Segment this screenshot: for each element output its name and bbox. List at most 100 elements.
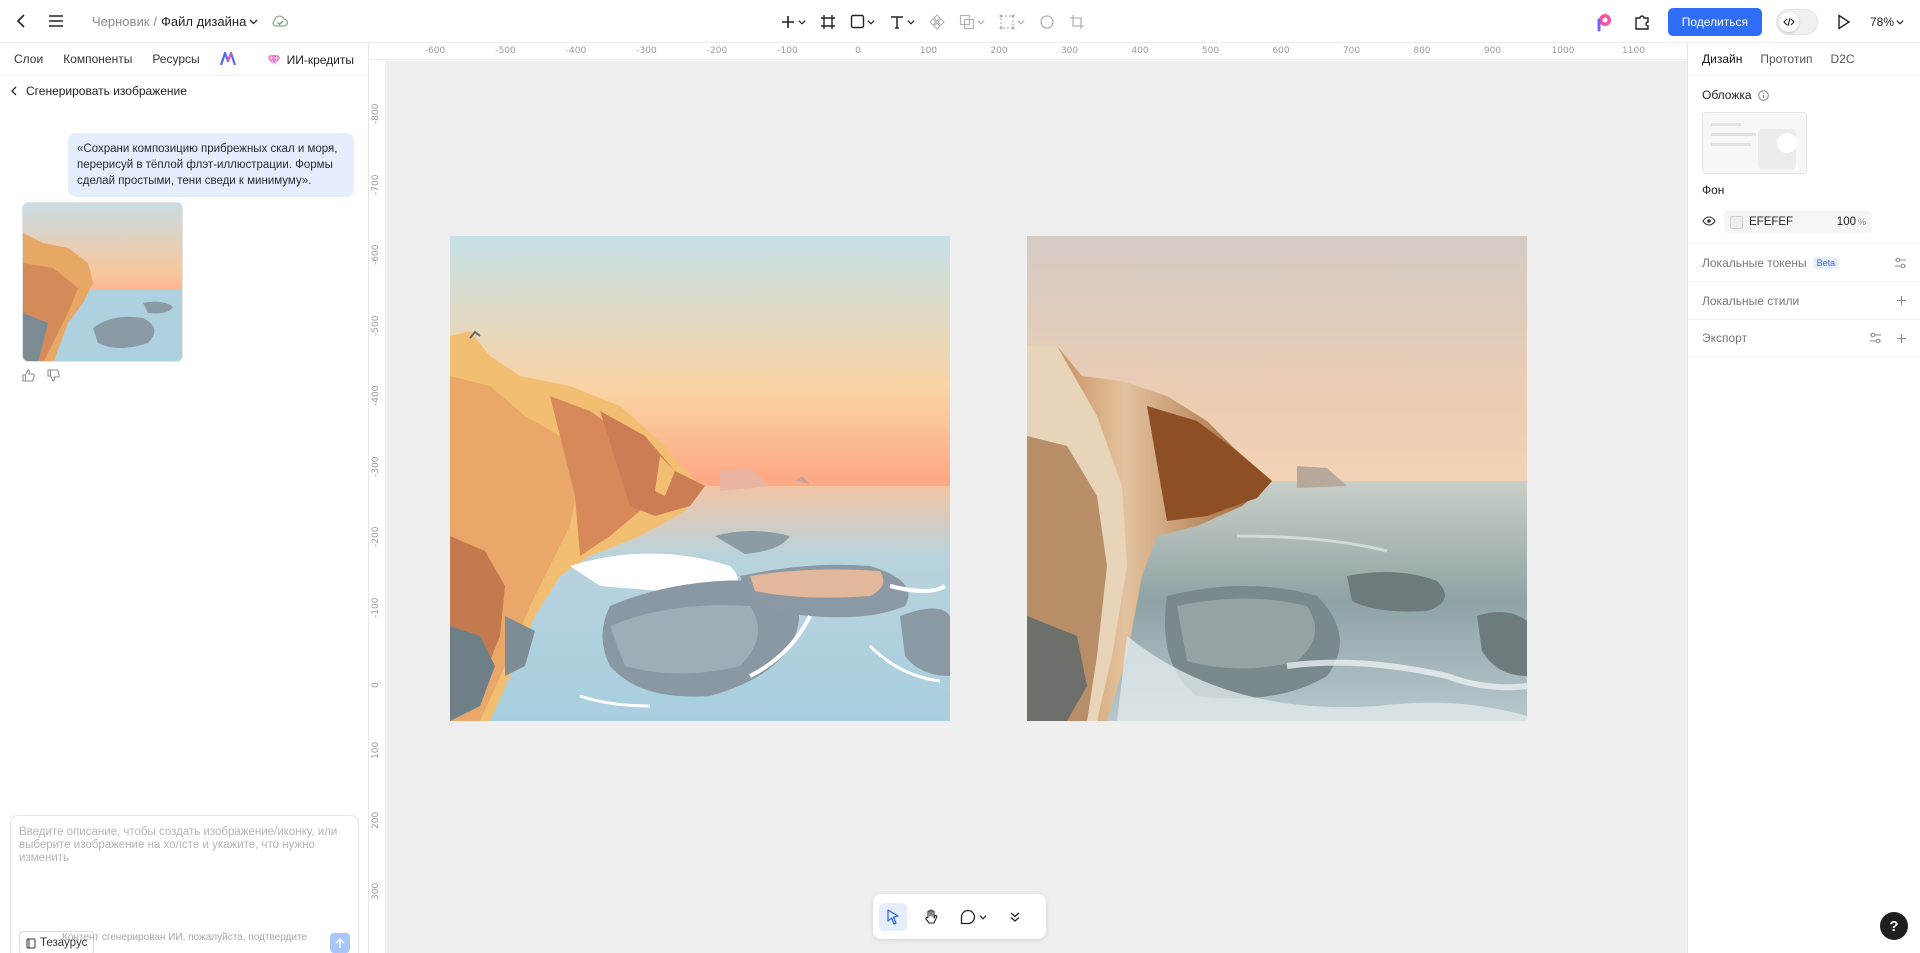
ruler-tick-label: -200 [706,46,728,56]
ruler-tick-label: 0 [855,46,861,56]
tab-components[interactable]: Компоненты [63,52,132,66]
thumbs-up-icon[interactable] [22,369,35,385]
hand-tool[interactable] [917,903,945,931]
breadcrumb-separator: / [153,13,158,29]
local-styles-section[interactable]: Локальные стили [1688,281,1920,319]
plugin-logo-icon[interactable] [1592,10,1616,34]
crop-tool[interactable] [1069,14,1085,30]
cover-thumbnail[interactable] [1702,112,1807,174]
add-tool[interactable] [780,14,806,30]
breadcrumb-draft[interactable]: Черновик [92,14,149,29]
generate-image-back[interactable]: Сгенерировать изображение [0,76,368,106]
tab-ai-logo[interactable] [219,52,236,66]
ruler-tick-label: -500 [495,46,516,56]
cover-section-title: Обложка [1702,88,1769,102]
right-panel-tabs: Дизайн Прототип D2C [1688,43,1920,76]
ai-credits-button[interactable]: ИИ-кредиты [267,43,354,76]
ruler-tick-label: -600 [371,244,381,265]
breadcrumb: Черновик / Файл дизайна [92,14,258,29]
info-icon[interactable] [1757,89,1769,101]
settings-sliders-icon[interactable] [1894,257,1907,269]
background-opacity[interactable]: 100% [1837,216,1866,228]
ruler-tick-label: 1100 [1622,46,1645,56]
design-canvas[interactable] [386,61,1687,953]
opacity-value: 100 [1836,216,1856,228]
export-section[interactable]: Экспорт [1688,319,1920,357]
file-name: Файл дизайна [161,13,247,29]
move-tool[interactable] [879,902,907,931]
double-chevron-down-icon [1010,912,1020,922]
local-tokens-label: Локальные токены [1702,255,1807,270]
comment-icon [960,909,975,924]
thumbs-down-icon[interactable] [47,369,60,385]
ruler-tick-label: 500 [1201,46,1220,56]
comment-tool[interactable] [955,903,991,931]
ruler-tick-label: -600 [424,46,446,56]
ruler-tick-label: -700 [371,174,381,195]
circle-tool[interactable] [1039,14,1055,30]
boolean-icon [959,14,975,29]
plus-icon[interactable] [1896,333,1907,344]
ruler-tick-label: 600 [1272,46,1290,56]
background-section-title: Фон [1702,183,1725,197]
ai-credits-label: ИИ-кредиты [286,52,354,67]
shape-tool[interactable] [850,14,875,29]
color-swatch[interactable] [1730,215,1743,229]
component-tool[interactable] [929,13,945,30]
gem-icon [267,54,281,66]
background-hex[interactable]: EFEFEF [1749,216,1793,228]
text-tool[interactable] [889,14,915,30]
play-icon[interactable] [1832,10,1856,34]
help-button[interactable]: ? [1880,912,1908,940]
boolean-tool[interactable] [959,14,985,30]
ruler-tick-label: 100 [371,741,381,759]
tab-resources[interactable]: Ресурсы [152,52,199,66]
feedback-row [22,369,60,385]
beta-badge: Beta [1812,256,1840,269]
tab-prototype[interactable]: Прототип [1760,52,1812,66]
local-tokens-section[interactable]: Локальные токены Beta [1688,243,1920,281]
settings-sliders-icon[interactable] [1869,332,1882,344]
share-button[interactable]: Поделиться [1667,7,1762,36]
file-name-dropdown[interactable]: Файл дизайна [161,14,258,29]
crop-icon [1070,14,1084,29]
menu-icon[interactable] [44,9,68,33]
tab-layers[interactable]: Слои [14,52,43,66]
mask-tool[interactable] [999,14,1025,30]
source-photo-image[interactable] [1027,236,1527,721]
ruler-tick-label: 300 [1060,46,1079,56]
opacity-unit: % [1857,217,1866,227]
frame-tool[interactable] [820,14,836,30]
background-color-field[interactable]: EFEFEF 100% [1724,211,1872,233]
ruler-horizontal: -600 -500 -400 -300 -200 -100 0 100 200 300 400 500… [369,43,1687,60]
prompt-placeholder[interactable]: Введите описание, чтобы создать изображе… [19,826,349,865]
background-row: EFEFEF 100% [1702,211,1907,233]
illustration-image[interactable] [450,236,950,721]
plus-icon[interactable] [1896,295,1907,306]
ruler-tick-label: -300 [371,456,381,477]
ruler-tick-label: 400 [1131,46,1149,56]
ruler-tick-label: -500 [371,315,381,336]
right-panel: Дизайн Прототип D2C Обложка Фон EFEFEF 1… [1687,43,1920,953]
tab-design[interactable]: Дизайн [1702,52,1742,66]
cursor-icon [887,908,899,925]
local-styles-label: Локальные стили [1702,293,1800,308]
generated-image-thumbnail[interactable] [22,202,183,362]
ruler-tick-label: -300 [636,46,657,56]
tab-d2c[interactable]: D2C [1831,52,1855,66]
zoom-level: 78% [1869,14,1894,29]
puzzle-plugins-icon[interactable] [1630,10,1654,34]
back-arrow-icon[interactable] [10,9,34,33]
dev-mode-toggle[interactable] [1775,8,1818,35]
ruler-tick-label: -200 [371,526,381,547]
text-icon [891,15,903,29]
chevron-down-icon [1017,19,1025,25]
chevron-left-icon [11,86,17,96]
ruler-vertical: -800 -700 -600 -500 -400 -300 -200 -100 0 100 200 3… [369,60,386,953]
rectangle-icon [850,14,865,29]
chevron-down-icon [978,914,987,920]
more-tools[interactable] [1001,903,1029,931]
chevron-down-icon [977,19,985,25]
zoom-dropdown[interactable]: 78% [1870,15,1904,29]
eye-icon[interactable] [1702,215,1716,229]
